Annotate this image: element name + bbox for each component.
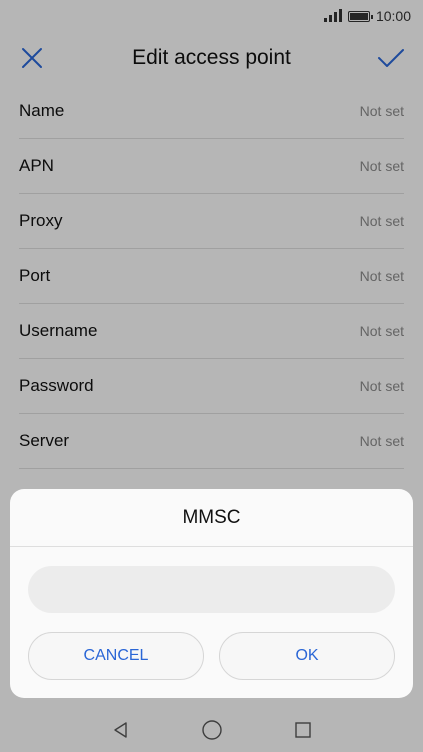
dialog-title: MMSC [10,489,413,547]
ok-button[interactable]: OK [219,632,395,680]
mmsc-input[interactable] [28,566,395,613]
cancel-button[interactable]: CANCEL [28,632,204,680]
mmsc-dialog: MMSC CANCEL OK [10,489,413,698]
